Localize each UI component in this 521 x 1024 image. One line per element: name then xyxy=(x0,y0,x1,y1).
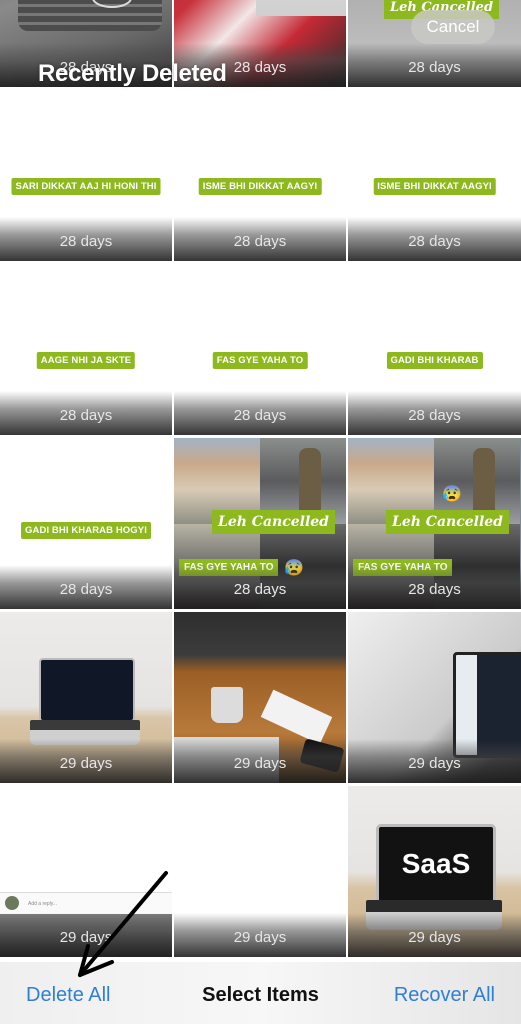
caption-tag: GADI BHI KHARAB HOGYI xyxy=(21,522,151,539)
days-remaining: 28 days xyxy=(348,391,521,435)
photo-tile[interactable]: GADI BHI KHARAB HOGYI 28 days xyxy=(0,438,172,609)
photo-tile[interactable]: ISME BHI DIKKAT AAGYI 28 days xyxy=(174,90,346,261)
caption-tag: GADI BHI KHARAB xyxy=(386,352,483,369)
days-remaining: 28 days xyxy=(174,391,346,435)
photo-tile[interactable]: 29 days xyxy=(0,612,172,783)
photo-grid: 28 days 28 days Leh Cancelled 28 days SA… xyxy=(0,0,521,957)
photo-tile[interactable]: ISME BHI DIKKAT AAGYI 28 days xyxy=(348,90,521,261)
days-remaining: 29 days xyxy=(0,913,172,957)
car-door xyxy=(256,0,346,16)
photo-tile[interactable]: FAS GYE YAHA TO 28 days xyxy=(174,264,346,435)
days-remaining: 28 days xyxy=(0,565,172,609)
overlay-title: Leh Cancelled xyxy=(212,510,335,534)
photo-tile[interactable]: GADI BHI KHARAB 28 days xyxy=(348,264,521,435)
bottom-toolbar: Delete All Select Items Recover All xyxy=(0,962,521,1024)
recover-all-button[interactable]: Recover All xyxy=(394,984,495,1007)
delete-all-button[interactable]: Delete All xyxy=(26,984,111,1007)
police-figure xyxy=(299,448,321,518)
cancel-button[interactable]: Cancel xyxy=(411,10,495,44)
laptop-screen xyxy=(39,658,135,722)
caption-tag: ISME BHI DIKKAT AAGYI xyxy=(373,178,496,195)
photo-tile[interactable]: 29 days xyxy=(174,612,346,783)
days-remaining: 29 days xyxy=(174,913,346,957)
days-remaining: 29 days xyxy=(174,739,346,783)
avatar xyxy=(5,896,19,910)
page-title: Recently Deleted xyxy=(38,60,227,87)
caption-tag: FAS GYE YAHA TO xyxy=(212,352,308,369)
reply-field-snapshot: Add a reply... xyxy=(0,892,172,915)
coffee-mug xyxy=(211,687,243,723)
caption-tag: AAGE NHI JA SKTE xyxy=(36,352,136,369)
days-remaining: 28 days xyxy=(348,565,521,609)
days-remaining: 28 days xyxy=(174,217,346,261)
photo-tile[interactable]: Leh Cancelled FAS GYE YAHA TO 😰 28 days xyxy=(348,438,521,609)
photo-tile[interactable]: SaaS 29 days xyxy=(348,786,521,957)
photo-tile[interactable]: 29 days xyxy=(174,786,346,957)
days-remaining: 28 days xyxy=(174,565,346,609)
photo-tile[interactable]: AAGE NHI JA SKTE 28 days xyxy=(0,264,172,435)
days-remaining: 29 days xyxy=(0,739,172,783)
days-remaining: 29 days xyxy=(348,913,521,957)
photo-tile[interactable]: Add a reply... 29 days xyxy=(0,786,172,957)
photo-tile[interactable]: SARI DIKKAT AAJ HI HONI THI 28 days xyxy=(0,90,172,261)
days-remaining: 28 days xyxy=(0,217,172,261)
days-remaining: 28 days xyxy=(348,217,521,261)
days-remaining: 29 days xyxy=(348,739,521,783)
police-figure xyxy=(473,448,495,518)
photo-tile[interactable]: 29 days xyxy=(348,612,521,783)
car-grille xyxy=(18,0,162,31)
photo-tile[interactable]: Leh Cancelled FAS GYE YAHA TO 😰 28 days xyxy=(174,438,346,609)
days-remaining: 28 days xyxy=(0,391,172,435)
caption-tag: ISME BHI DIKKAT AAGYI xyxy=(198,178,322,195)
laptop-screen: SaaS xyxy=(376,824,496,904)
overlay-title: Leh Cancelled xyxy=(386,510,509,534)
caption-tag: SARI DIKKAT AAJ HI HONI THI xyxy=(11,178,161,195)
days-remaining: 28 days xyxy=(348,43,521,87)
anxious-face-emoji: 😰 xyxy=(442,486,462,503)
